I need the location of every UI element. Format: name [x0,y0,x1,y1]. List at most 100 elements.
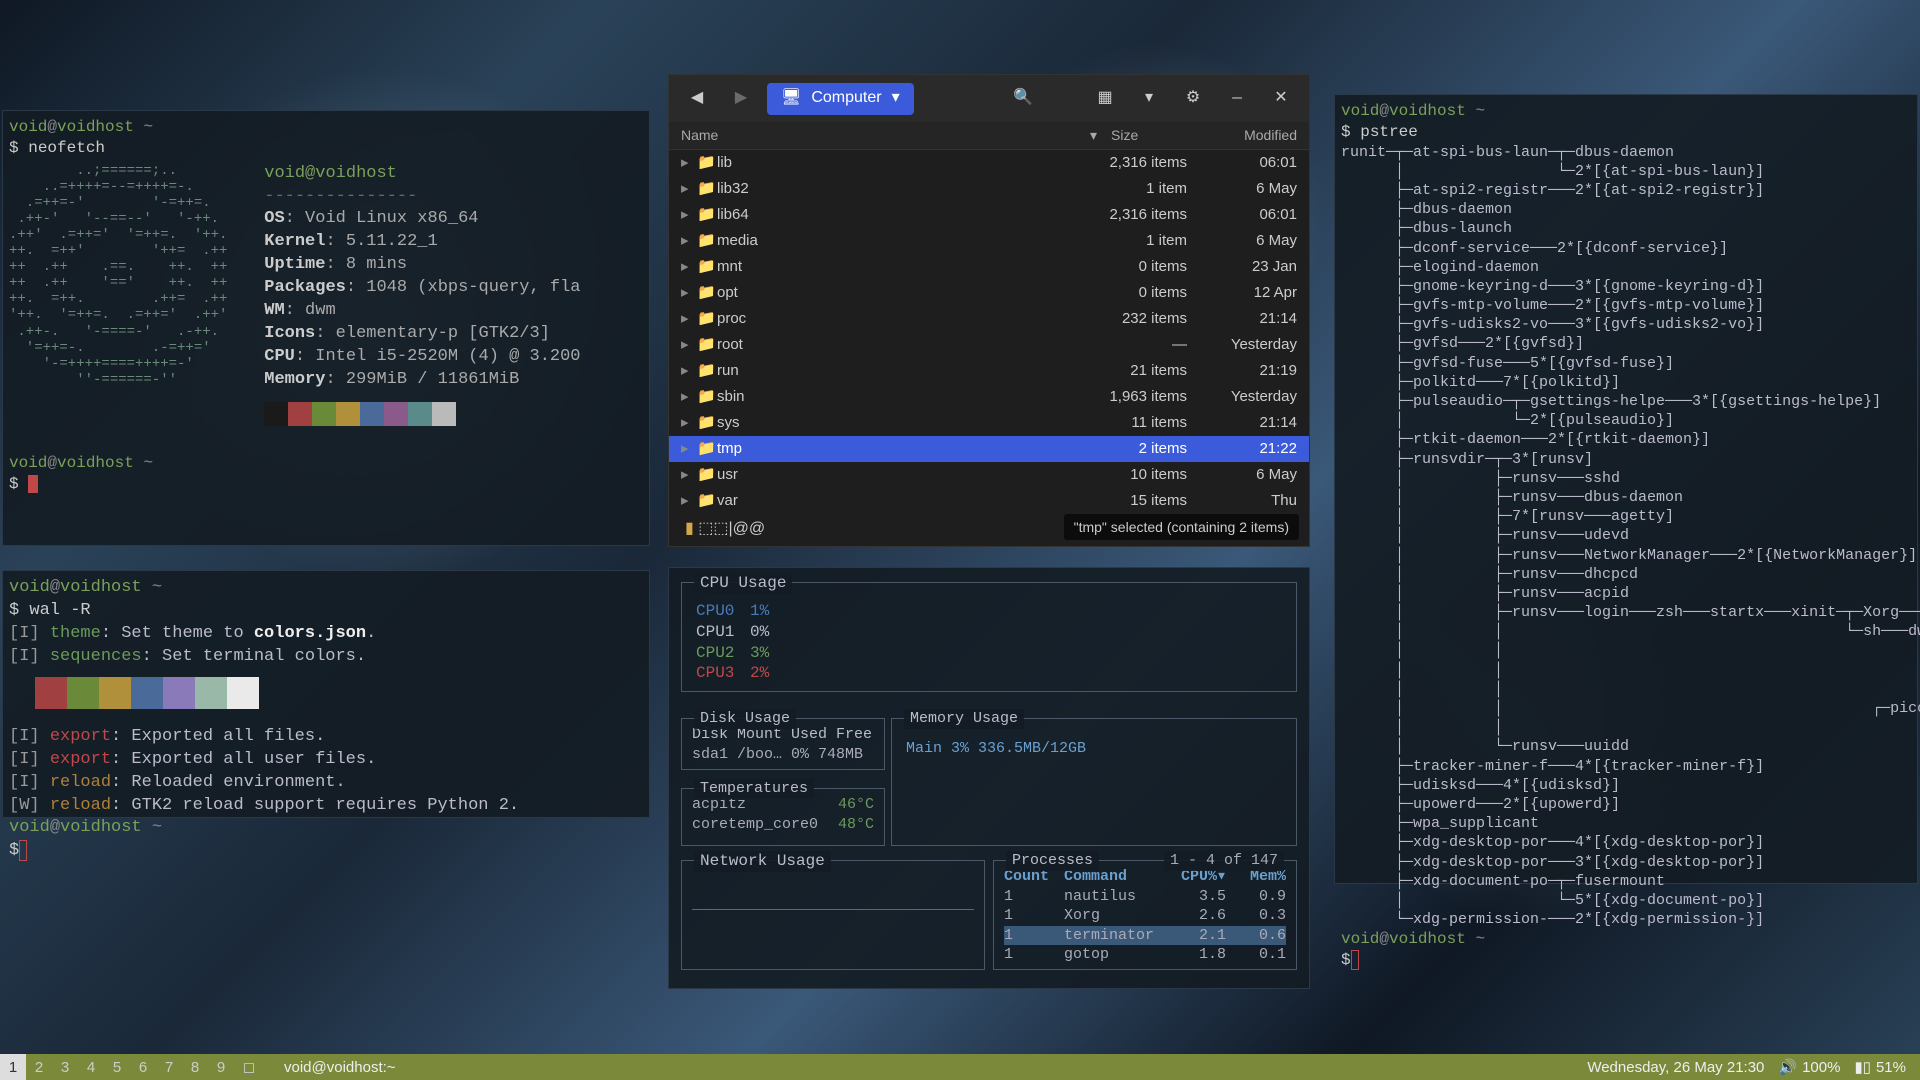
workspace-5[interactable]: 5 [104,1054,130,1080]
file-row[interactable]: ▸📁opt0 items12 Apr [669,280,1309,306]
file-row[interactable]: ▸📁run21 items21:19 [669,358,1309,384]
file-name: proc [717,309,1077,329]
workspace-3[interactable]: 3 [52,1054,78,1080]
expand-icon[interactable]: ▸ [681,335,697,355]
color-swatches [264,402,580,435]
folder-icon: 📁 [697,413,717,433]
computer-icon: 🖥 [781,88,801,109]
file-row[interactable]: ▸📁root—Yesterday [669,332,1309,358]
file-modified: Yesterday [1187,335,1297,355]
prompt-cursor[interactable]: $ . [9,474,643,495]
fm-status: "tmp" selected (containing 2 items) [1064,514,1299,540]
prompt-cursor[interactable]: $ [9,840,643,863]
workspace-4[interactable]: 4 [78,1054,104,1080]
expand-icon[interactable]: ▸ [681,491,697,511]
fm-breadcrumb[interactable]: ▮ ⬚⬚|@@ [685,519,765,540]
prompt-line: void@voidhost ~ [1341,929,1911,950]
workspace-8[interactable]: 8 [182,1054,208,1080]
file-modified: 21:14 [1187,413,1297,433]
expand-icon[interactable]: ▸ [681,283,697,303]
terminal-pstree[interactable]: void@voidhost ~ $ pstree runit─┬─at-spi-… [1334,94,1918,884]
folder-icon: 📁 [697,439,717,459]
prompt-cursor[interactable]: $ [1341,950,1911,971]
volume-icon: 🔊 [1778,1058,1797,1076]
color-swatch [264,402,288,426]
folder-icon: 📁 [697,387,717,407]
workspace-1[interactable]: 1 [0,1054,26,1080]
file-row[interactable]: ▸📁sys11 items21:14 [669,410,1309,436]
file-row[interactable]: ▸📁media1 item6 May [669,228,1309,254]
process-row[interactable]: 1gotop1.80.1 [1004,945,1286,965]
col-modified[interactable]: Modified [1187,126,1297,144]
close-button[interactable]: ✕ [1263,83,1299,115]
file-name: media [717,231,1077,251]
fm-rows[interactable]: ▸📁lib2,316 items06:01▸📁lib321 item6 May▸… [669,150,1309,546]
color-swatch [432,402,456,426]
file-name: usr [717,465,1077,485]
layout-icon[interactable]: ◻ [234,1054,264,1080]
file-name: sys [717,413,1077,433]
output-line: [I] export: Exported all user files. [9,749,643,772]
workspace-list: 123456789 [0,1054,234,1080]
view-menu-button[interactable]: ▾ [1131,83,1167,115]
file-size: 1 item [1077,231,1187,251]
battery-indicator[interactable]: ▮▯51% [1854,1058,1906,1076]
expand-icon[interactable]: ▸ [681,179,697,199]
expand-icon[interactable]: ▸ [681,257,697,277]
expand-icon[interactable]: ▸ [681,231,697,251]
command-line: $ pstree [1341,122,1911,143]
file-row[interactable]: ▸📁lib642,316 items06:01 [669,202,1309,228]
color-swatch [195,677,227,709]
file-row[interactable]: ▸📁lib2,316 items06:01 [669,150,1309,176]
expand-icon[interactable]: ▸ [681,205,697,225]
workspace-2[interactable]: 2 [26,1054,52,1080]
file-row[interactable]: ▸📁proc232 items21:14 [669,306,1309,332]
file-row[interactable]: ▸📁lib321 item6 May [669,176,1309,202]
back-button[interactable]: ◀ [679,83,715,115]
color-swatch [163,677,195,709]
file-row[interactable]: ▸📁mnt0 items23 Jan [669,254,1309,280]
expand-icon[interactable]: ▸ [681,153,697,173]
expand-icon[interactable]: ▸ [681,465,697,485]
color-swatch [360,402,384,426]
folder-icon: 📁 [697,491,717,511]
view-grid-button[interactable]: ▦ [1087,83,1123,115]
output-line: [I] export: Exported all files. [9,726,643,749]
file-manager[interactable]: ◀ ▶ 🖥 Computer ▾ 🔍 ▦ ▾ ⚙ — ✕ Name ▾ Size… [668,74,1310,547]
cpu-line: CPU32% [696,663,1282,684]
terminal-neofetch[interactable]: void@voidhost ~ $ neofetch ..;======;.. … [2,110,650,546]
file-name: root [717,335,1077,355]
file-size: 1,963 items [1077,387,1187,407]
workspace-7[interactable]: 7 [156,1054,182,1080]
search-button[interactable]: 🔍 [1005,83,1041,115]
expand-icon[interactable]: ▸ [681,439,697,459]
col-name[interactable]: Name [681,126,1075,144]
file-row[interactable]: ▸📁tmp2 items21:22 [669,436,1309,462]
process-row[interactable]: 1Xorg2.60.3 [1004,906,1286,926]
file-modified: 21:19 [1187,361,1297,381]
settings-button[interactable]: ⚙ [1175,83,1211,115]
expand-icon[interactable]: ▸ [681,413,697,433]
fm-columns[interactable]: Name ▾ Size Modified [669,122,1309,150]
expand-icon[interactable]: ▸ [681,361,697,381]
file-row[interactable]: ▸📁usr10 items6 May [669,462,1309,488]
file-size: 11 items [1077,413,1187,433]
col-size[interactable]: Size [1097,126,1187,144]
expand-icon[interactable]: ▸ [681,309,697,329]
location-bar[interactable]: 🖥 Computer ▾ [767,83,914,115]
process-row[interactable]: 1nautilus3.50.9 [1004,887,1286,907]
expand-icon[interactable]: ▸ [681,387,697,407]
workspace-6[interactable]: 6 [130,1054,156,1080]
terminal-wal[interactable]: void@voidhost ~ $ wal -R [I] theme: Set … [2,570,650,818]
minimize-button[interactable]: — [1219,83,1255,115]
workspace-9[interactable]: 9 [208,1054,234,1080]
file-row[interactable]: ▸📁sbin1,963 itemsYesterday [669,384,1309,410]
volume-indicator[interactable]: 🔊100% [1778,1058,1840,1076]
forward-button[interactable]: ▶ [723,83,759,115]
file-row[interactable]: ▸📁var15 itemsThu [669,488,1309,514]
process-row[interactable]: 1terminator2.10.6 [1004,926,1286,946]
terminal-gotop[interactable]: CPU Usage CPU01%CPU10%CPU23%CPU32% Disk … [668,567,1310,989]
file-size: 15 items [1077,491,1187,511]
command-line: $ wal -R [9,600,643,623]
output-line: [W] reload: GTK2 reload support requires… [9,795,643,818]
